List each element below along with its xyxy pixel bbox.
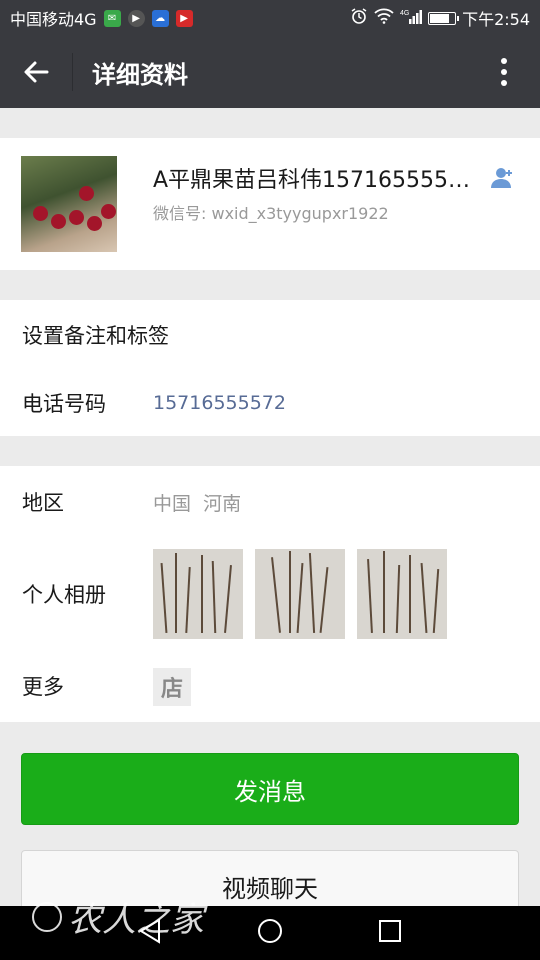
media-play-icon: ▶ <box>127 9 145 27</box>
set-remark-row[interactable]: 设置备注和标签 <box>0 300 540 370</box>
back-button[interactable] <box>0 36 72 108</box>
status-left: 中国移动4G ✉ ▶ ☁ ▶ <box>10 6 193 30</box>
watermark-text: 农人之家 <box>68 900 204 940</box>
status-right: 4G 下午2:54 <box>350 6 530 30</box>
info-card: 地区 中国 河南 个人相册 更多 店 <box>0 466 540 722</box>
album-photo[interactable] <box>357 549 447 639</box>
album-label: 个人相册 <box>22 583 106 607</box>
video-app-icon: ▶ <box>175 9 193 27</box>
phone-number-link[interactable]: 15716555572 <box>153 392 286 414</box>
album-photo[interactable] <box>255 549 345 639</box>
region-label: 地区 <box>22 491 64 515</box>
more-options-button[interactable] <box>468 36 540 108</box>
wechat-id: 微信号: wxid_x3tyygupxr1922 <box>153 204 389 223</box>
wechat-notify-icon: ✉ <box>103 9 121 27</box>
carrier-text: 中国移动4G <box>10 10 97 29</box>
contact-name: A平鼎果苗吕科伟15716555572 <box>153 168 475 193</box>
watermark-logo: 农人之家 <box>32 892 204 941</box>
alarm-icon <box>350 7 368 29</box>
watermark-circle-icon <box>32 901 62 932</box>
region-row: 地区 中国 河南 <box>0 466 540 538</box>
page-title: 详细资料 <box>92 60 188 89</box>
wifi-icon <box>374 8 394 28</box>
store-icon: 店 <box>153 668 191 706</box>
app-bar: 详细资料 <box>0 36 540 108</box>
region-value: 中国 河南 <box>153 492 242 515</box>
more-label: 更多 <box>22 675 64 699</box>
header-divider <box>72 53 73 91</box>
profile-card: A平鼎果苗吕科伟15716555572 微信号: wxid_x3tyygupxr… <box>0 138 540 270</box>
contact-person-icon <box>490 166 514 194</box>
battery-fill <box>430 13 449 23</box>
nav-recents-icon[interactable] <box>378 919 402 947</box>
svg-text:4G: 4G <box>400 10 409 17</box>
send-message-button[interactable]: 发消息 <box>21 753 519 825</box>
avatar[interactable] <box>21 156 117 252</box>
remark-card: 设置备注和标签 电话号码 15716555572 <box>0 300 540 436</box>
phone-label: 电话号码 <box>22 392 106 416</box>
set-remark-label: 设置备注和标签 <box>22 324 169 348</box>
clock-text: 下午2:54 <box>462 10 530 29</box>
phone-row: 电话号码 15716555572 <box>0 370 540 436</box>
album-thumbnails[interactable] <box>153 549 447 639</box>
more-vertical-icon <box>501 58 507 86</box>
battery-icon <box>428 11 460 25</box>
signal-icon: 4G <box>400 8 423 28</box>
arrow-left-icon <box>24 61 49 83</box>
nav-home-icon[interactable] <box>257 918 283 948</box>
album-photo[interactable] <box>153 549 243 639</box>
status-bar: 中国移动4G ✉ ▶ ☁ ▶ 4G 下午2:54 <box>0 0 540 36</box>
more-row[interactable]: 更多 <box>0 650 540 722</box>
cloud-app-icon: ☁ <box>151 9 169 27</box>
